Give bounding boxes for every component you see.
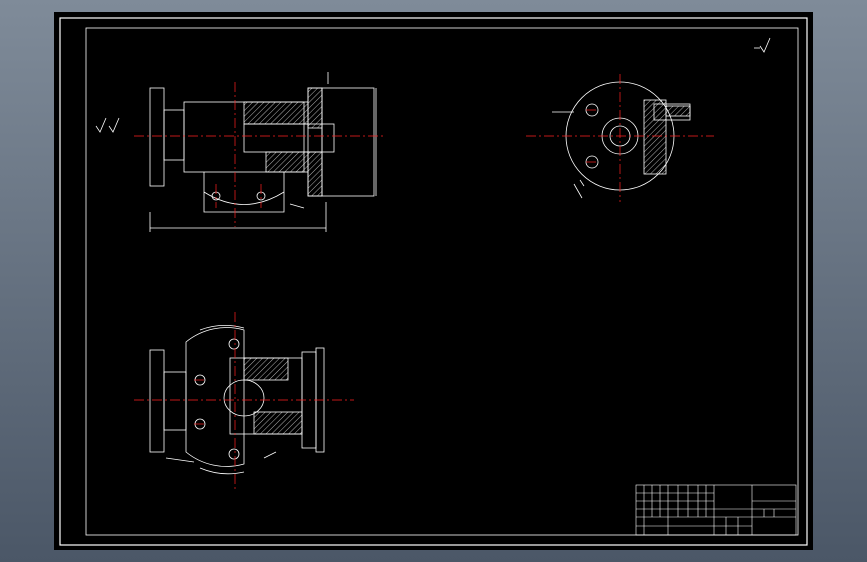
top-section-view[interactable] [149,325,325,475]
roughness-symbol-top-right [754,37,771,53]
cad-viewer-window [0,0,867,562]
roughness-symbol-left [95,117,120,133]
sheet-border-outer [59,17,808,546]
title-block[interactable] [635,484,797,536]
drawing-viewport[interactable] [54,12,813,550]
sheet-border-inner [85,27,799,536]
front-section-view[interactable] [149,72,377,232]
engineering-drawing [59,17,808,546]
side-view[interactable] [552,81,691,199]
side-view-centerlines [526,74,714,202]
